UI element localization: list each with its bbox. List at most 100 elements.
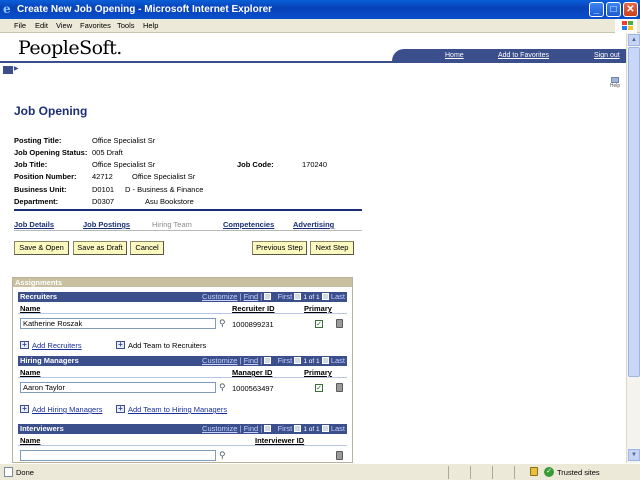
signout-link[interactable]: Sign out bbox=[594, 52, 620, 59]
scroll-down-icon[interactable]: ▼ bbox=[628, 449, 640, 461]
job-code-label: Job Code: bbox=[237, 160, 274, 169]
find-link[interactable]: Find bbox=[244, 356, 259, 365]
lookup-icon[interactable]: ⚲ bbox=[219, 451, 228, 460]
find-link[interactable]: Find bbox=[244, 292, 259, 301]
lookup-icon[interactable]: ⚲ bbox=[219, 319, 228, 328]
save-open-button[interactable]: Save & Open bbox=[14, 241, 69, 255]
maximize-button[interactable]: □ bbox=[606, 2, 621, 17]
help-icon[interactable]: Help bbox=[608, 77, 622, 89]
trusted-zone-icon: ✓ bbox=[544, 467, 554, 477]
row-rule bbox=[18, 377, 347, 378]
prev-arrow-icon[interactable] bbox=[294, 293, 302, 300]
manager-name-col[interactable]: Name bbox=[20, 368, 40, 377]
posting-title-label: Posting Title: bbox=[14, 136, 62, 145]
add-favorites-link[interactable]: Add to Favorites bbox=[498, 52, 549, 59]
tab-job-postings[interactable]: Job Postings bbox=[83, 220, 130, 229]
recruiter-primary-checkbox[interactable]: ✓ bbox=[315, 320, 323, 328]
job-code-value: 170240 bbox=[302, 160, 328, 169]
manager-id-value: 1000563497 bbox=[232, 384, 274, 393]
add-recruiters-icon[interactable]: + bbox=[20, 341, 29, 349]
home-link[interactable]: Home bbox=[445, 52, 464, 59]
dept-desc-value: Asu Bookstore bbox=[145, 197, 194, 206]
manager-id-col[interactable]: Manager ID bbox=[232, 368, 272, 377]
recruiter-id-col[interactable]: Recruiter ID bbox=[232, 304, 275, 313]
tab-advertising[interactable]: Advertising bbox=[293, 220, 334, 229]
menu-help[interactable]: Help bbox=[143, 21, 158, 30]
interviewers-title: Interviewers bbox=[20, 424, 64, 433]
add-team-managers-link[interactable]: Add Team to Hiring Managers bbox=[128, 405, 227, 414]
lookup-icon[interactable]: ⚲ bbox=[219, 383, 228, 392]
tab-competencies[interactable]: Competencies bbox=[223, 220, 274, 229]
tab-job-details[interactable]: Job Details bbox=[14, 220, 54, 229]
recruiter-name-input[interactable] bbox=[20, 318, 216, 329]
next-step-button[interactable]: Next Step bbox=[310, 241, 354, 255]
menu-favorites[interactable]: Favorites bbox=[80, 21, 111, 30]
recruiters-grid-header: Recruiters Customize | Find | First 1 of… bbox=[18, 292, 347, 302]
interviewer-name-col[interactable]: Name bbox=[20, 436, 40, 445]
menu-edit[interactable]: Edit bbox=[35, 21, 48, 30]
interviewer-name-input[interactable] bbox=[20, 450, 216, 461]
recruiters-title: Recruiters bbox=[20, 292, 58, 301]
recruiters-grid-nav: Customize | Find | First 1 of 1 Last bbox=[202, 292, 345, 301]
customize-link[interactable]: Customize bbox=[202, 292, 237, 301]
find-link[interactable]: Find bbox=[244, 424, 259, 433]
add-recruiters-link[interactable]: Add Recruiters bbox=[32, 341, 82, 350]
dept-code-value: D0307 bbox=[92, 197, 115, 206]
close-button[interactable]: ✕ bbox=[623, 2, 638, 17]
previous-step-button[interactable]: Previous Step bbox=[252, 241, 307, 255]
customize-link[interactable]: Customize bbox=[202, 424, 237, 433]
scroll-thumb[interactable] bbox=[628, 47, 640, 377]
scroll-up-icon[interactable]: ▲ bbox=[628, 34, 640, 46]
prev-arrow-icon[interactable] bbox=[294, 357, 302, 364]
next-arrow-icon[interactable] bbox=[321, 357, 329, 364]
page-title: Job Opening bbox=[14, 104, 88, 118]
menu-file[interactable]: File bbox=[14, 21, 26, 30]
add-team-managers-icon[interactable]: + bbox=[116, 405, 125, 413]
recruiter-primary-col[interactable]: Primary bbox=[304, 304, 332, 313]
delete-row-icon[interactable] bbox=[336, 383, 343, 392]
save-draft-button[interactable]: Save as Draft bbox=[73, 241, 127, 255]
delete-row-icon[interactable] bbox=[336, 451, 343, 460]
customize-link[interactable]: Customize bbox=[202, 356, 237, 365]
status-bar: Done ✓ Trusted sites bbox=[0, 463, 640, 480]
minimize-button[interactable]: _ bbox=[589, 2, 604, 17]
manager-primary-col[interactable]: Primary bbox=[304, 368, 332, 377]
status-divider bbox=[448, 466, 449, 479]
position-label: Position Number: bbox=[14, 172, 77, 181]
status-divider bbox=[492, 466, 493, 479]
job-title-value: Office Specialist Sr bbox=[92, 160, 156, 169]
recruiter-id-value: 1000899231 bbox=[232, 320, 274, 329]
view-all-icon[interactable] bbox=[264, 425, 272, 432]
expand-arrow-icon[interactable]: ▶ bbox=[14, 65, 19, 72]
status-value: 005 Draft bbox=[92, 148, 123, 157]
windows-logo-icon bbox=[615, 19, 637, 33]
prev-arrow-icon[interactable] bbox=[294, 425, 302, 432]
managers-grid-nav: Customize | Find | First 1 of 1 Last bbox=[202, 356, 345, 365]
add-team-recruiters-icon[interactable]: + bbox=[116, 341, 125, 349]
vertical-scrollbar[interactable]: ▲ ▼ bbox=[626, 33, 640, 463]
add-managers-icon[interactable]: + bbox=[20, 405, 29, 413]
recruiter-name-col[interactable]: Name bbox=[20, 304, 40, 313]
menu-view[interactable]: View bbox=[56, 21, 72, 30]
next-arrow-icon[interactable] bbox=[321, 425, 329, 432]
managers-title: Hiring Managers bbox=[20, 356, 79, 365]
row-rule bbox=[18, 313, 347, 314]
menu-toggle-icon[interactable] bbox=[3, 66, 13, 74]
tabs-top-rule bbox=[14, 209, 362, 211]
delete-row-icon[interactable] bbox=[336, 319, 343, 328]
cancel-button[interactable]: Cancel bbox=[130, 241, 164, 255]
next-arrow-icon[interactable] bbox=[321, 293, 329, 300]
peoplesoft-logo: PeopleSoft. bbox=[18, 37, 122, 59]
manager-primary-checkbox[interactable]: ✓ bbox=[315, 384, 323, 392]
assignments-box: Assignments Recruiters Customize | Find … bbox=[12, 277, 353, 463]
view-all-icon[interactable] bbox=[264, 357, 272, 364]
add-team-recruiters-label[interactable]: Add Team to Recruiters bbox=[128, 341, 206, 350]
view-all-icon[interactable] bbox=[264, 293, 272, 300]
menu-tools[interactable]: Tools bbox=[117, 21, 135, 30]
header-rule bbox=[0, 61, 626, 63]
status-text: Done bbox=[16, 468, 34, 477]
interviewers-grid-nav: Customize | Find | First 1 of 1 Last bbox=[202, 424, 345, 433]
interviewer-id-col[interactable]: Interviewer ID bbox=[255, 436, 304, 445]
add-managers-link[interactable]: Add Hiring Managers bbox=[32, 405, 102, 414]
manager-name-input[interactable] bbox=[20, 382, 216, 393]
